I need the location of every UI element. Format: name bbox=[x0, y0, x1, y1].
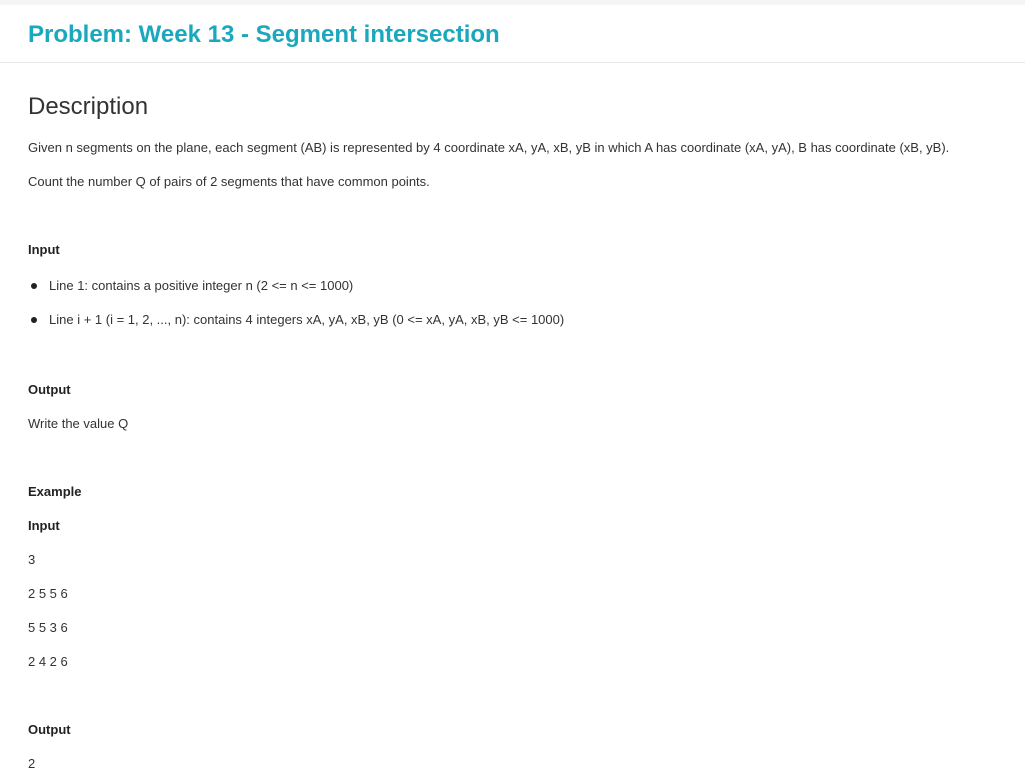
example-input-line: 2 4 2 6 bbox=[28, 654, 68, 669]
output-text: Write the value Q bbox=[28, 416, 129, 431]
example-input-line: 2 5 5 6 bbox=[28, 586, 68, 601]
bullet-icon bbox=[31, 316, 37, 323]
input-item-text: Line 1: contains a positive integer n (2… bbox=[49, 278, 354, 293]
output-heading: Output bbox=[28, 382, 71, 397]
bullet-icon bbox=[31, 282, 37, 289]
input-heading: Input bbox=[28, 242, 60, 257]
example-heading: Example bbox=[28, 484, 82, 499]
example-output-line: 2 bbox=[28, 756, 36, 771]
problem-content: Description Given n segments on the plan… bbox=[28, 90, 1008, 771]
example-input-label: Input bbox=[28, 518, 60, 533]
description-paragraph-1: Given n segments on the plane, each segm… bbox=[28, 140, 950, 155]
list-item: Line i + 1 (i = 1, 2, ..., n): contains … bbox=[28, 311, 564, 329]
input-item-text: Line i + 1 (i = 1, 2, ..., n): contains … bbox=[49, 312, 565, 327]
example-output-label: Output bbox=[28, 722, 71, 737]
description-heading: Description bbox=[28, 93, 149, 120]
problem-title: Problem: Week 13 - Segment intersection bbox=[28, 21, 500, 48]
description-paragraph-2: Count the number Q of pairs of 2 segment… bbox=[28, 174, 430, 189]
example-input-line: 5 5 3 6 bbox=[28, 620, 68, 635]
example-input-line: 3 bbox=[28, 552, 36, 567]
page-header: Problem: Week 13 - Segment intersection bbox=[0, 5, 1025, 63]
list-item: Line 1: contains a positive integer n (2… bbox=[28, 277, 353, 295]
